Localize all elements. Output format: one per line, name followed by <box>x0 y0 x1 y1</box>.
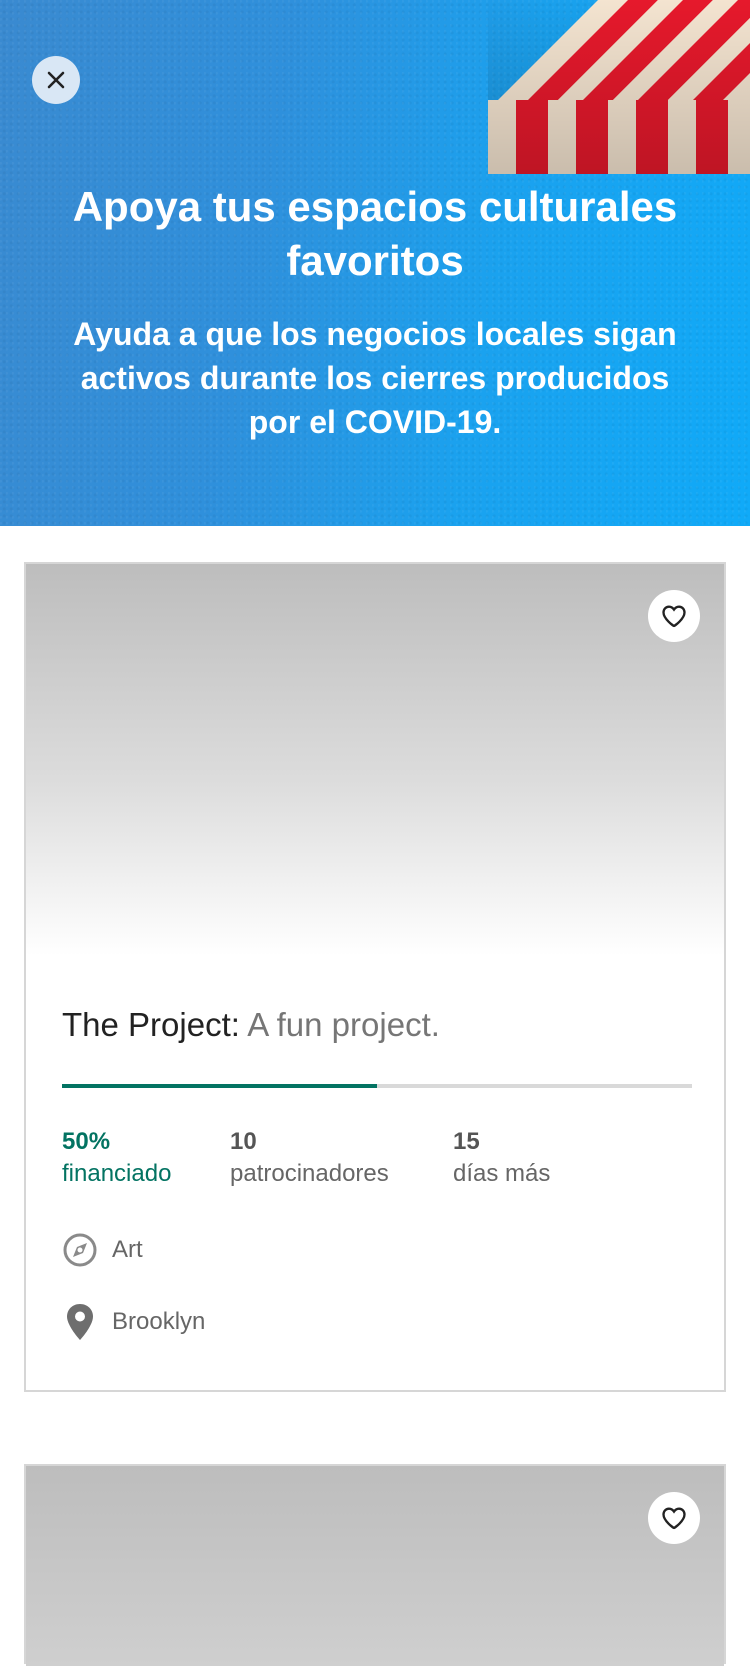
funding-progress-fill <box>62 1084 377 1088</box>
project-image <box>26 564 724 956</box>
backers-label: patrocinadores <box>230 1160 389 1187</box>
promo-header: Apoya tus espacios culturales favoritos … <box>0 0 750 526</box>
backers-value: 10 <box>230 1128 257 1155</box>
heart-icon <box>662 605 686 628</box>
funding-progress-bar <box>62 1084 692 1088</box>
close-button[interactable] <box>32 56 80 104</box>
project-card[interactable] <box>24 1464 726 1666</box>
days-label: días más <box>453 1160 551 1187</box>
days-value: 15 <box>453 1128 480 1155</box>
promo-title: Apoya tus espacios culturales favoritos <box>72 183 678 284</box>
location-label: Brooklyn <box>112 1308 206 1335</box>
project-image <box>26 1466 724 1666</box>
map-pin-icon <box>67 1304 93 1340</box>
promo-subtitle: Ayuda a que los negocios locales sigan a… <box>73 316 677 440</box>
location-row[interactable]: Brooklyn <box>62 1302 205 1342</box>
project-card[interactable]: The Project: A fun project. 50% financia… <box>24 562 726 1392</box>
stat-days: 15 días más <box>453 1126 550 1190</box>
heart-icon <box>662 1507 686 1530</box>
stat-funded: 50% financiado <box>62 1126 171 1190</box>
compass-icon <box>63 1233 97 1267</box>
save-project-button[interactable] <box>648 590 700 642</box>
category-row[interactable]: Art <box>62 1232 143 1268</box>
project-name: The Project: <box>62 1006 240 1043</box>
project-stats: 50% financiado 10 patrocinadores 15 días… <box>62 1126 692 1196</box>
category-label: Art <box>112 1236 143 1263</box>
funded-value: 50% <box>62 1128 111 1155</box>
close-icon <box>47 71 65 89</box>
project-blurb: A fun project. <box>247 1006 440 1043</box>
stat-backers: 10 patrocinadores <box>230 1126 389 1190</box>
save-project-button[interactable] <box>648 1492 700 1544</box>
awning-illustration <box>488 0 750 174</box>
project-title[interactable]: The Project: A fun project. <box>62 1006 440 1044</box>
funded-label: financiado <box>62 1160 172 1187</box>
